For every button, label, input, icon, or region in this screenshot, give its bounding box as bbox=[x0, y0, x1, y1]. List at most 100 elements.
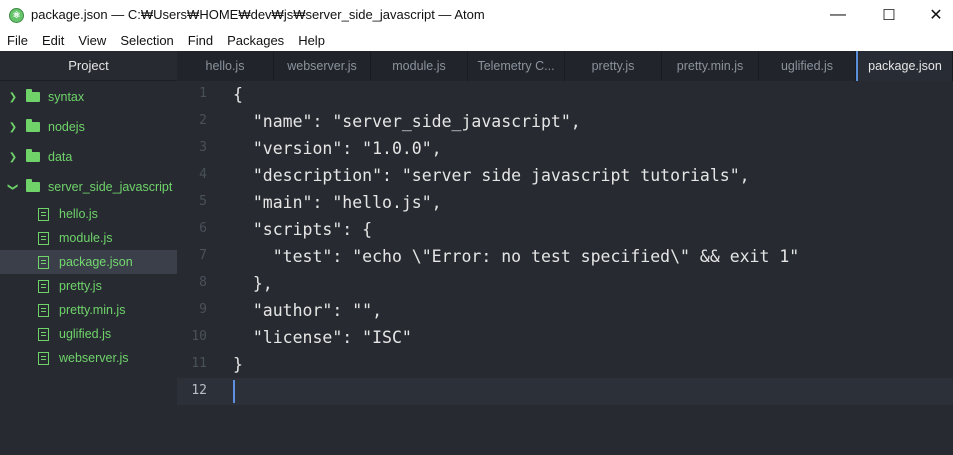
code-text: "author": "", bbox=[233, 301, 383, 320]
line-number: 6 bbox=[199, 221, 207, 236]
line-number: 11 bbox=[191, 356, 207, 371]
code-text: "license": "ISC" bbox=[233, 328, 412, 347]
tree-item-label: syntax bbox=[48, 90, 85, 104]
line-number: 2 bbox=[199, 113, 207, 128]
tree-item-label: nodejs bbox=[48, 120, 85, 134]
tree-file-uglified-js[interactable]: uglified.js bbox=[0, 322, 177, 346]
line-number: 7 bbox=[199, 248, 207, 263]
chevron-right-icon: ❯ bbox=[8, 121, 18, 133]
tab-webserver-js[interactable]: webserver.js bbox=[274, 51, 371, 81]
file-icon bbox=[38, 351, 49, 365]
file-icon bbox=[38, 303, 49, 317]
line-number: 3 bbox=[199, 140, 207, 155]
tree-item-label: pretty.min.js bbox=[59, 303, 126, 317]
tree-item-label: data bbox=[48, 150, 73, 164]
tree-item-label: uglified.js bbox=[59, 327, 112, 341]
folder-icon bbox=[26, 119, 40, 132]
tree-folder-syntax[interactable]: ❯ syntax bbox=[0, 82, 177, 112]
chevron-right-icon: ❯ bbox=[8, 151, 18, 163]
line-number: 5 bbox=[199, 194, 207, 209]
tab-pretty-js[interactable]: pretty.js bbox=[565, 51, 662, 81]
chevron-right-icon: ❯ bbox=[8, 91, 18, 103]
minimize-button[interactable]: — bbox=[815, 0, 861, 30]
folder-icon bbox=[26, 179, 40, 192]
tab-package-json[interactable]: package.json bbox=[856, 51, 953, 81]
code-line: 8 }, bbox=[177, 270, 953, 297]
project-sidebar: Project ❯ syntax ❯ nodejs ❯ data ❯ serve… bbox=[0, 51, 177, 455]
text-cursor bbox=[233, 380, 235, 403]
code-line: 9 "author": "", bbox=[177, 297, 953, 324]
tree-file-webserver-js[interactable]: webserver.js bbox=[0, 346, 177, 370]
menu-packages[interactable]: Packages bbox=[220, 33, 291, 48]
tree-folder-server-side-javascript[interactable]: ❯ server_side_javascript bbox=[0, 172, 177, 202]
tab-uglified-js[interactable]: uglified.js bbox=[759, 51, 856, 81]
line-number: 1 bbox=[199, 86, 207, 101]
code-text: "main": "hello.js", bbox=[233, 193, 442, 212]
tree-item-label: module.js bbox=[59, 231, 113, 245]
code-text: } bbox=[233, 355, 243, 374]
code-line: 5 "main": "hello.js", bbox=[177, 189, 953, 216]
maximize-button[interactable]: ☐ bbox=[866, 0, 912, 30]
file-icon bbox=[38, 255, 49, 269]
tree-item-label: pretty.js bbox=[59, 279, 102, 293]
folder-icon bbox=[26, 89, 40, 102]
code-line: 3 "version": "1.0.0", bbox=[177, 135, 953, 162]
title-bar: ⚛ package.json — C:₩Users₩HOME₩dev₩js₩se… bbox=[0, 0, 953, 30]
file-icon bbox=[38, 279, 49, 293]
code-line: 7 "test": "echo \"Error: no test specifi… bbox=[177, 243, 953, 270]
tree-item-label: hello.js bbox=[59, 207, 98, 221]
code-line: 4 "description": "server side javascript… bbox=[177, 162, 953, 189]
tree-file-package-json[interactable]: package.json bbox=[0, 250, 177, 274]
chevron-down-icon: ❯ bbox=[7, 182, 19, 192]
tree-file-pretty-min-js[interactable]: pretty.min.js bbox=[0, 298, 177, 322]
file-icon bbox=[38, 207, 49, 221]
menu-edit[interactable]: Edit bbox=[35, 33, 71, 48]
code-text: { bbox=[233, 85, 243, 104]
code-editor[interactable]: 1 { 2 "name": "server_side_javascript", … bbox=[177, 81, 953, 455]
code-line: 11 } bbox=[177, 351, 953, 378]
code-text: "name": "server_side_javascript", bbox=[233, 112, 581, 131]
line-number: 8 bbox=[199, 275, 207, 290]
line-number: 9 bbox=[199, 302, 207, 317]
line-number: 4 bbox=[199, 167, 207, 182]
tree-item-label: package.json bbox=[59, 255, 133, 269]
tab-module-js[interactable]: module.js bbox=[371, 51, 468, 81]
tree-folder-data[interactable]: ❯ data bbox=[0, 142, 177, 172]
code-line: 6 "scripts": { bbox=[177, 216, 953, 243]
code-text: "scripts": { bbox=[233, 220, 373, 239]
line-number: 10 bbox=[191, 329, 207, 344]
close-button[interactable]: ✕ bbox=[913, 0, 953, 30]
tree-file-hello-js[interactable]: hello.js bbox=[0, 202, 177, 226]
tree-file-pretty-js[interactable]: pretty.js bbox=[0, 274, 177, 298]
tree-item-label: server_side_javascript bbox=[48, 180, 173, 194]
menu-bar: File Edit View Selection Find Packages H… bbox=[0, 30, 953, 51]
code-text: "test": "echo \"Error: no test specified… bbox=[233, 247, 800, 266]
code-line: 2 "name": "server_side_javascript", bbox=[177, 108, 953, 135]
menu-file[interactable]: File bbox=[0, 33, 35, 48]
tab-bar: hello.js webserver.js module.js Telemetr… bbox=[177, 51, 953, 81]
project-tree: ❯ syntax ❯ nodejs ❯ data ❯ server_side_j… bbox=[0, 82, 177, 370]
code-text: }, bbox=[233, 274, 273, 293]
window-title: package.json — C:₩Users₩HOME₩dev₩js₩serv… bbox=[31, 7, 485, 22]
menu-view[interactable]: View bbox=[71, 33, 113, 48]
code-text: "description": "server side javascript t… bbox=[233, 166, 750, 185]
code-line: 1 { bbox=[177, 81, 953, 108]
file-icon bbox=[38, 231, 49, 245]
menu-selection[interactable]: Selection bbox=[113, 33, 180, 48]
tree-file-module-js[interactable]: module.js bbox=[0, 226, 177, 250]
tab-hello-js[interactable]: hello.js bbox=[177, 51, 274, 81]
tab-pretty-min-js[interactable]: pretty.min.js bbox=[662, 51, 759, 81]
code-text: "version": "1.0.0", bbox=[233, 139, 442, 158]
line-number: 12 bbox=[191, 383, 207, 398]
file-icon bbox=[38, 327, 49, 341]
tab-telemetry-consent[interactable]: Telemetry C... bbox=[468, 51, 565, 81]
menu-help[interactable]: Help bbox=[291, 33, 332, 48]
folder-icon bbox=[26, 149, 40, 162]
sidebar-title: Project bbox=[0, 51, 177, 81]
tree-item-label: webserver.js bbox=[59, 351, 129, 365]
menu-find[interactable]: Find bbox=[181, 33, 220, 48]
tree-folder-nodejs[interactable]: ❯ nodejs bbox=[0, 112, 177, 142]
atom-app-icon: ⚛ bbox=[9, 8, 24, 23]
code-line: 10 "license": "ISC" bbox=[177, 324, 953, 351]
code-line-current: 12 bbox=[177, 378, 953, 405]
